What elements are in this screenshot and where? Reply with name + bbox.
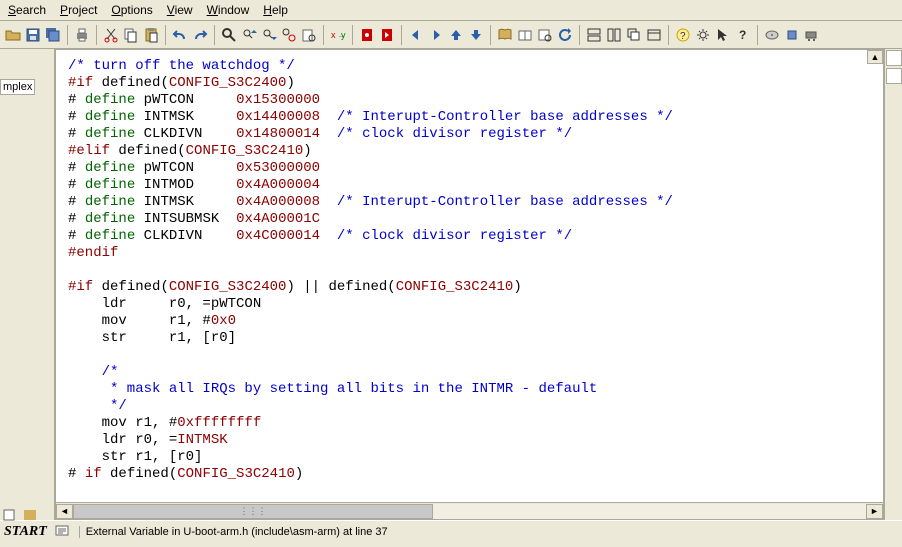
scroll-thumb[interactable]: ⋮⋮⋮ (73, 504, 433, 519)
menu-search[interactable]: Search (8, 3, 46, 17)
left-tab[interactable]: mplex (0, 79, 35, 95)
statusbar: START External Variable in U-boot-arm.h … (0, 520, 902, 542)
tile-h-icon[interactable] (585, 26, 603, 44)
nav-fwd-icon[interactable] (427, 26, 445, 44)
menu-options[interactable]: Options (111, 3, 152, 17)
build-icon[interactable] (783, 26, 801, 44)
find-files-icon[interactable] (300, 26, 318, 44)
replace-icon[interactable] (280, 26, 298, 44)
undo-icon[interactable] (171, 26, 189, 44)
scroll-left-icon[interactable]: ◄ (56, 504, 73, 519)
book-open-icon[interactable] (516, 26, 534, 44)
cursor-icon[interactable] (714, 26, 732, 44)
open-icon[interactable] (4, 26, 22, 44)
find-prev-icon[interactable] (240, 26, 258, 44)
right-toolbar (884, 49, 902, 520)
status-message: External Variable in U-boot-arm.h (inclu… (79, 526, 388, 538)
book-icon[interactable] (496, 26, 514, 44)
refresh-icon[interactable] (556, 26, 574, 44)
menubar: Search Project Options View Window Help (0, 0, 902, 21)
split-up-icon[interactable]: ▲ (867, 50, 883, 64)
nav-down-icon[interactable] (467, 26, 485, 44)
output-icon[interactable] (2, 507, 18, 523)
menu-help[interactable]: Help (263, 3, 288, 17)
run-icon[interactable] (803, 26, 821, 44)
settings-icon[interactable] (694, 26, 712, 44)
scroll-track[interactable]: ⋮⋮⋮ (73, 504, 866, 519)
bookmark-toggle-icon[interactable] (358, 26, 376, 44)
window-icon[interactable] (645, 26, 663, 44)
status-icon (55, 523, 71, 540)
bookmark-next-icon[interactable] (378, 26, 396, 44)
find-icon[interactable] (220, 26, 238, 44)
help2-icon[interactable]: ? (734, 26, 752, 44)
svg-text:?: ? (739, 28, 746, 42)
help-icon[interactable]: ? (674, 26, 692, 44)
book-find-icon[interactable] (536, 26, 554, 44)
menu-view[interactable]: View (167, 3, 193, 17)
left-panel: mplex (0, 49, 55, 520)
print-icon[interactable] (73, 26, 91, 44)
paste-icon[interactable] (142, 26, 160, 44)
saveall-icon[interactable] (44, 26, 62, 44)
menu-window[interactable]: Window (207, 3, 250, 17)
editor[interactable]: ▲ /* turn off the watchdog */ #if define… (55, 49, 884, 520)
svg-text:y: y (341, 30, 346, 40)
book-bottom-icon[interactable] (22, 507, 38, 523)
svg-text:?: ? (680, 31, 686, 42)
right-btn1[interactable] (886, 50, 902, 66)
menu-project[interactable]: Project (60, 3, 97, 17)
disk-icon[interactable] (763, 26, 781, 44)
cascade-icon[interactable] (625, 26, 643, 44)
right-btn2[interactable] (886, 68, 902, 84)
find-next-icon[interactable] (260, 26, 278, 44)
svg-text:x: x (331, 30, 336, 40)
save-icon[interactable] (24, 26, 42, 44)
h-scrollbar[interactable]: ◄ ⋮⋮⋮ ► (56, 502, 883, 519)
redo-icon[interactable] (191, 26, 209, 44)
tile-v-icon[interactable] (605, 26, 623, 44)
xy-icon[interactable]: x→y (329, 26, 347, 44)
scroll-right-icon[interactable]: ► (866, 504, 883, 519)
code-area[interactable]: /* turn off the watchdog */ #if defined(… (56, 50, 883, 502)
start-label: START (4, 524, 47, 540)
toolbar: x→y ? ? (0, 21, 902, 49)
cut-icon[interactable] (102, 26, 120, 44)
nav-back-icon[interactable] (407, 26, 425, 44)
nav-up-icon[interactable] (447, 26, 465, 44)
copy-icon[interactable] (122, 26, 140, 44)
